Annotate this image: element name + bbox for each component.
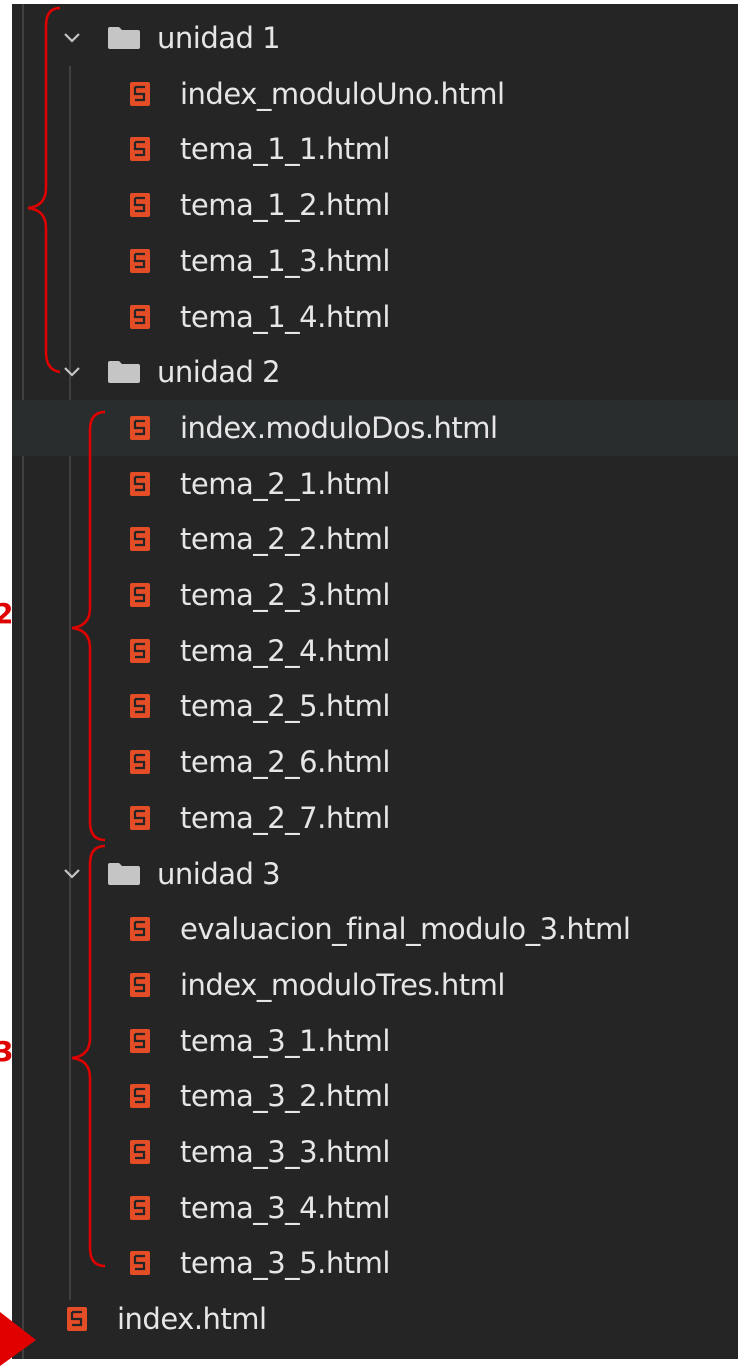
- annotation-label: 2: [0, 597, 14, 630]
- annotation-arrow: [0, 1312, 36, 1366]
- annotation-brace: [27, 6, 61, 374]
- annotation-label: 3: [0, 1035, 14, 1068]
- annotation-overlay: [0, 6, 106, 1366]
- annotation-brace: [71, 410, 106, 842]
- annotation-brace: [71, 844, 106, 1268]
